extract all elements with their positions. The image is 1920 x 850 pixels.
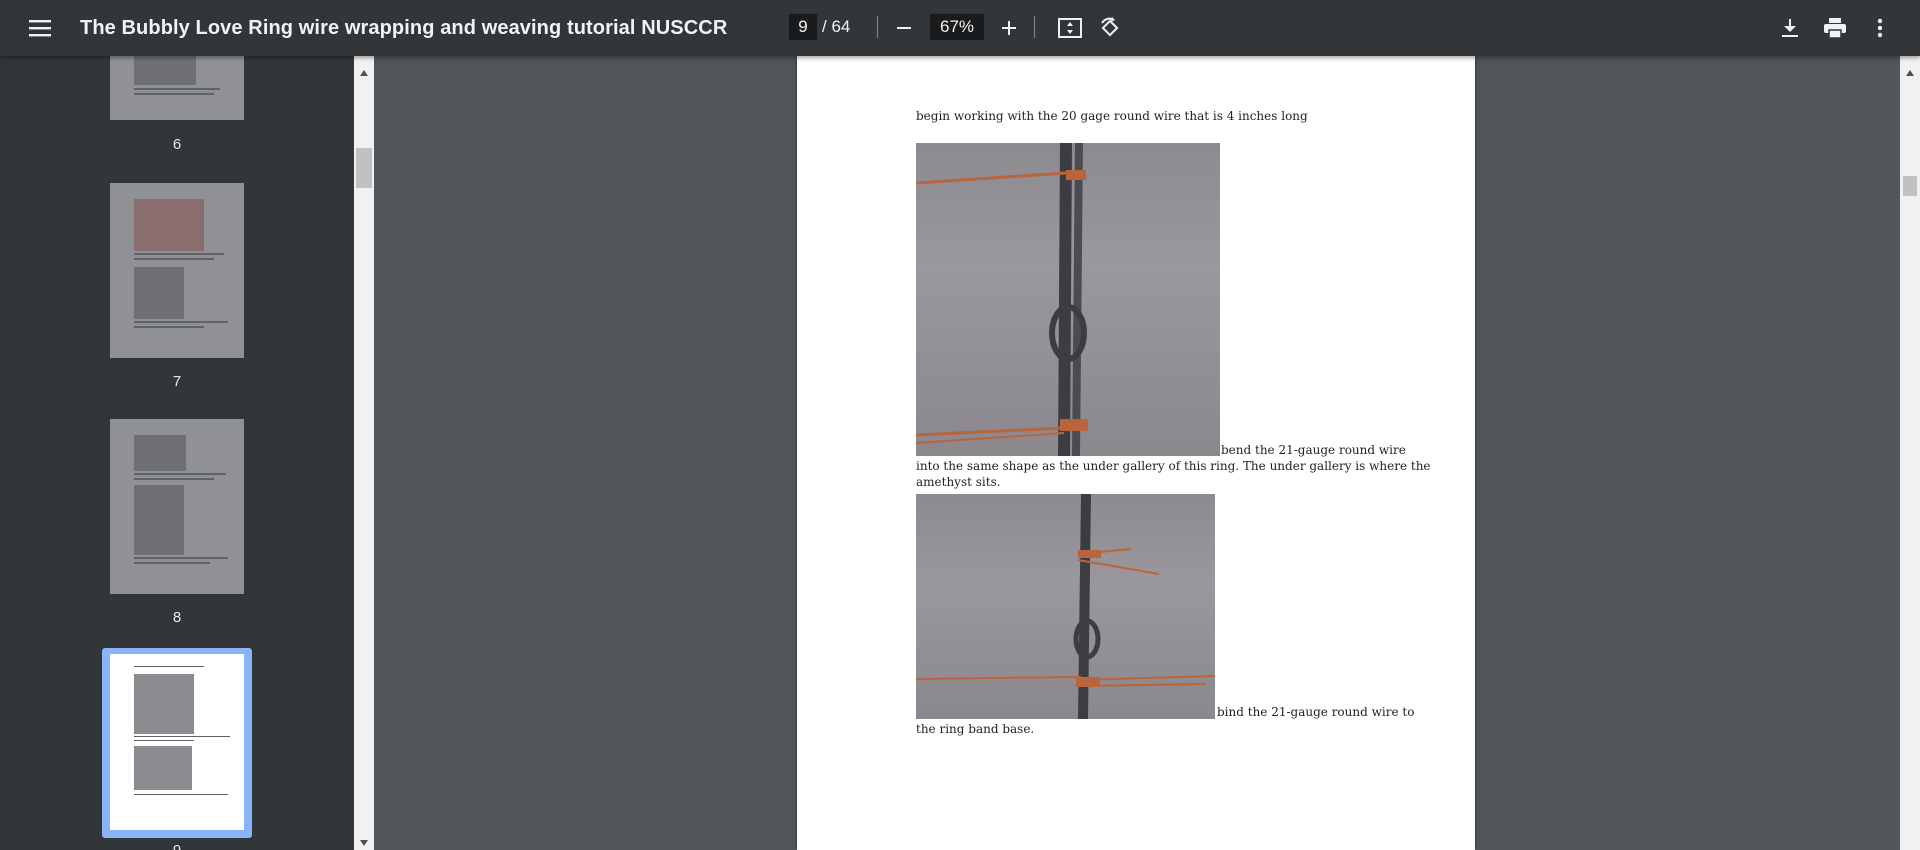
fit-to-page-icon [1058,18,1082,38]
page-thumbnail-7[interactable] [110,183,244,358]
photo-caption: into the same shape as the under gallery… [916,459,1431,473]
scroll-down-arrow-icon[interactable] [360,840,368,846]
thumbnail-text [134,258,214,260]
page-thumbnail-6[interactable] [110,56,244,120]
menu-button[interactable] [20,8,60,48]
tutorial-photo-1 [916,143,1220,456]
thumbnail-label: 9 [110,842,244,850]
page-text-line: begin working with the 20 gage round wir… [916,109,1308,123]
thumbnail-text [134,473,226,475]
hamburger-menu-icon [29,20,51,37]
download-icon [1782,19,1798,37]
thumbnail-sidebar: 6 7 8 9 [0,56,354,850]
document-scrollbar[interactable] [1900,56,1920,850]
zoom-out-button[interactable] [884,8,924,48]
photo-caption: bend the 21-gauge round wire [1221,443,1406,457]
thumbnail-text [134,93,214,95]
thumbnail-text [134,88,220,90]
page-number-input[interactable]: 9 [789,14,817,40]
thumbnail-text [134,326,204,328]
thumbnail-image [134,435,186,471]
rotate-icon [1101,17,1119,37]
zoom-input[interactable]: 67% [930,14,984,40]
more-actions-button[interactable] [1860,8,1900,48]
thumbnail-label: 6 [172,136,182,153]
document-title: The Bubbly Love Ring wire wrapping and w… [80,17,728,39]
rotate-button[interactable] [1090,8,1130,48]
scroll-up-arrow-icon[interactable] [360,70,368,76]
tutorial-photo-2 [916,494,1215,719]
page-total: / 64 [822,17,851,36]
download-button[interactable] [1770,8,1810,48]
photo-caption: the ring band base. [916,722,1035,736]
thumbnail-text [134,740,194,741]
thumbnail-image [134,485,184,555]
thumbnail-text [134,666,204,667]
thumbnail-image [134,56,196,85]
thumbnail-text [134,794,228,795]
thumbnail-label: 7 [172,373,182,390]
photo-caption: bind the 21-gauge round wire to [1217,705,1415,719]
thumbnail-text [134,557,228,559]
fit-to-page-button[interactable] [1050,8,1090,48]
thumbnail-text [134,253,224,255]
sidebar-scrollbar[interactable] [354,56,374,850]
thumbnail-image [134,199,204,251]
photo-caption: amethyst sits. [916,475,1001,489]
scroll-up-arrow-icon[interactable] [1906,70,1914,76]
zoom-in-button[interactable] [989,8,1029,48]
thumbnail-text [134,562,210,564]
toolbar-divider [877,16,878,38]
thumbnail-image [134,674,194,734]
page-thumbnail-8[interactable] [110,419,244,594]
pdf-toolbar: The Bubbly Love Ring wire wrapping and w… [0,0,1920,56]
thumbnail-text [134,321,228,323]
minus-icon [897,27,911,29]
scrollbar-thumb[interactable] [1903,176,1917,196]
thumbnail-text [134,736,230,737]
print-button[interactable] [1815,8,1855,48]
toolbar-divider [1034,16,1035,38]
thumbnail-label: 8 [172,609,182,626]
print-icon [1824,18,1846,38]
thumbnail-text [134,478,214,480]
thumbnail-image [134,746,192,790]
scrollbar-thumb[interactable] [356,148,372,188]
page-thumbnail-9[interactable] [110,654,244,830]
more-vert-icon [1877,18,1883,38]
plus-icon [1002,21,1016,35]
document-page: begin working with the 20 gage round wir… [797,56,1475,850]
thumbnail-image [134,267,184,319]
